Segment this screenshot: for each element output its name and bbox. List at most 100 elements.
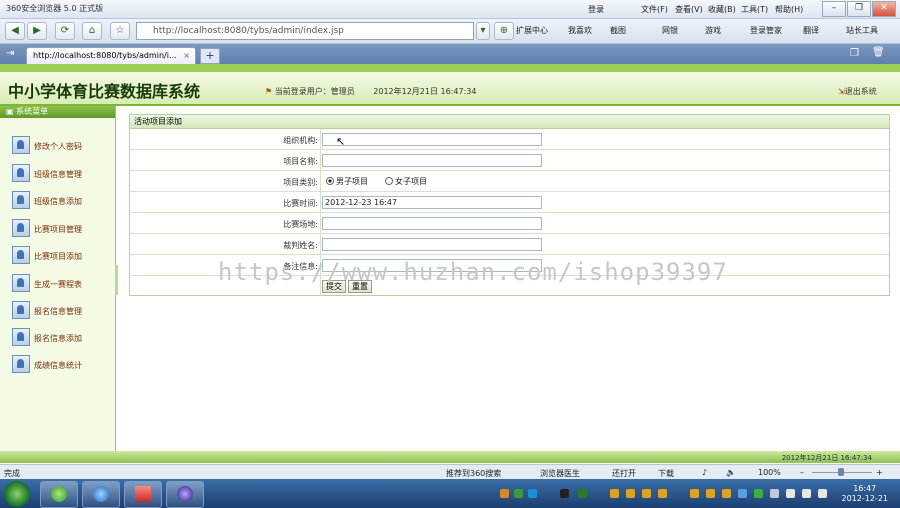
new-tab-button[interactable]: +: [200, 48, 220, 64]
logout-link[interactable]: ⇲退出系统: [838, 86, 877, 97]
sidebar-item-class-manage[interactable]: 班级信息管理: [12, 164, 112, 182]
toolbar-webmaster-tools[interactable]: 站长工具: [846, 25, 878, 36]
sidebar-item-change-password[interactable]: 修改个人密码: [12, 136, 112, 154]
tray-icon[interactable]: [560, 489, 569, 498]
radio-female-event[interactable]: 女子项目: [385, 176, 427, 187]
qq-icon[interactable]: [658, 489, 667, 498]
zoom-out-icon[interactable]: –: [800, 468, 804, 477]
volume-icon[interactable]: [818, 489, 827, 498]
minimize-icon[interactable]: –: [822, 1, 846, 17]
field-label: 裁判姓名:: [283, 241, 318, 250]
tab-list-icon[interactable]: ❐: [850, 48, 859, 59]
venue-input[interactable]: [322, 217, 542, 230]
sidebar-toggle-icon[interactable]: ⇥: [6, 48, 14, 59]
status-download[interactable]: 下载: [658, 468, 674, 479]
sidebar-item-label: 班级信息添加: [34, 197, 82, 206]
qq-icon[interactable]: [722, 489, 731, 498]
toolbar-login-manager[interactable]: 登录管家: [750, 25, 782, 36]
restore-icon[interactable]: ❐: [847, 1, 871, 17]
qq-icon[interactable]: [706, 489, 715, 498]
referee-input[interactable]: [322, 238, 542, 251]
home-icon[interactable]: ⌂: [82, 22, 102, 40]
menu-view[interactable]: 查看(V): [675, 4, 703, 15]
favorite-star-icon[interactable]: ☆: [110, 22, 130, 40]
status-reopen[interactable]: 还打开: [612, 468, 636, 479]
tray-icon[interactable]: [528, 489, 537, 498]
tray-icon[interactable]: [738, 489, 747, 498]
event-time-input[interactable]: 2012-12-23 16:47: [322, 196, 542, 209]
trash-icon[interactable]: 🗑: [872, 47, 885, 58]
tab-admin-index[interactable]: http://localhost:8080/tybs/admin/i... ×: [26, 47, 196, 65]
sound-icon[interactable]: 🔈: [726, 468, 736, 477]
toolbar-screenshot[interactable]: 截图: [610, 25, 626, 36]
start-button-icon[interactable]: [4, 481, 30, 507]
tray-icon[interactable]: [754, 489, 763, 498]
menu-file[interactable]: 文件(F): [641, 4, 668, 15]
address-dropdown-icon[interactable]: ▾: [476, 22, 490, 40]
zoom-slider-handle[interactable]: [838, 468, 844, 476]
zoom-in-icon[interactable]: +: [876, 468, 883, 477]
tray-icon[interactable]: [770, 489, 779, 498]
taskbar-360-browser[interactable]: [40, 481, 78, 508]
status-recommend-search[interactable]: 推荐到360搜索: [446, 468, 501, 479]
toolbar-games[interactable]: 游戏: [705, 25, 721, 36]
sidebar-item-registration-manage[interactable]: 报名信息管理: [12, 301, 112, 319]
menu-help[interactable]: 帮助(H): [775, 4, 803, 15]
taskbar-eclipse[interactable]: [166, 481, 204, 508]
network-icon[interactable]: [802, 489, 811, 498]
menu-favorites[interactable]: 收藏(B): [708, 4, 736, 15]
sidebar-item-event-add[interactable]: 比赛项目添加: [12, 246, 112, 264]
menu-login[interactable]: 登录: [588, 4, 604, 15]
sidebar-item-label: 生成一赛程表: [34, 280, 82, 289]
organization-input[interactable]: [322, 133, 542, 146]
clock-time: 16:47: [853, 484, 877, 493]
event-name-input[interactable]: [322, 154, 542, 167]
tray-icon[interactable]: [514, 489, 523, 498]
eclipse-icon: [177, 486, 193, 502]
close-window-icon[interactable]: ✕: [872, 1, 896, 17]
mouse-cursor-icon: ↖: [336, 135, 346, 148]
user-card-icon: [12, 191, 30, 209]
tab-close-icon[interactable]: ×: [183, 48, 190, 64]
forward-icon[interactable]: ▶: [27, 22, 47, 40]
refresh-icon[interactable]: ⟳: [55, 22, 75, 40]
address-bar[interactable]: http://localhost:8080/tybs/admin/index.j…: [136, 22, 474, 40]
qq-icon[interactable]: [610, 489, 619, 498]
status-browser-doctor[interactable]: 浏览器医生: [540, 468, 580, 479]
browser-title: 360安全浏览器 5.0 正式版: [6, 4, 104, 13]
sidebar-item-registration-add[interactable]: 报名信息添加: [12, 328, 112, 346]
qq-icon[interactable]: [642, 489, 651, 498]
taskbar-ie[interactable]: [82, 481, 120, 508]
sidebar-item-generate-schedule[interactable]: 生成一赛程表: [12, 274, 112, 292]
back-icon[interactable]: ◀: [5, 22, 25, 40]
app-top-strip: [0, 64, 900, 72]
sidebar-item-score-stats[interactable]: 成绩信息统计: [12, 355, 112, 373]
ie-icon: [93, 486, 109, 502]
field-label: 比赛场地:: [283, 220, 318, 229]
system-clock[interactable]: 16:47 2012-12-21: [842, 484, 889, 504]
sidebar-item-label: 修改个人密码: [34, 142, 82, 151]
form-title-bar: 活动项目添加: [130, 115, 889, 129]
sidebar-item-class-add[interactable]: 班级信息添加: [12, 191, 112, 209]
current-user-label: 当前登录用户：管理员: [274, 87, 355, 96]
qq-icon[interactable]: [626, 489, 635, 498]
qq-icon[interactable]: [690, 489, 699, 498]
field-label: 比赛时间:: [283, 199, 318, 208]
zoom-level[interactable]: 100%: [758, 468, 781, 477]
extension-icon[interactable]: ⊕: [494, 22, 514, 40]
tray-icon[interactable]: [578, 489, 587, 498]
tray-icon[interactable]: [500, 489, 509, 498]
menu-tools[interactable]: 工具(T): [741, 4, 768, 15]
toolbar-like[interactable]: 我喜欢: [568, 25, 592, 36]
toolbar-bank[interactable]: 网银: [662, 25, 678, 36]
browser-360-icon: [51, 486, 67, 502]
app-footer: 2012年12月21日 16:47:34: [0, 451, 900, 463]
taskbar-app[interactable]: [124, 481, 162, 508]
toolbar-extension-center[interactable]: 扩展中心: [516, 25, 548, 36]
toolbar-translate[interactable]: 翻译: [803, 25, 819, 36]
radio-male-event[interactable]: 男子项目: [326, 176, 368, 187]
user-icon: ⚑: [265, 87, 273, 96]
tray-icon[interactable]: [786, 489, 795, 498]
speaker-icon[interactable]: ♪: [702, 468, 707, 477]
sidebar-item-event-manage[interactable]: 比赛项目管理: [12, 219, 112, 237]
